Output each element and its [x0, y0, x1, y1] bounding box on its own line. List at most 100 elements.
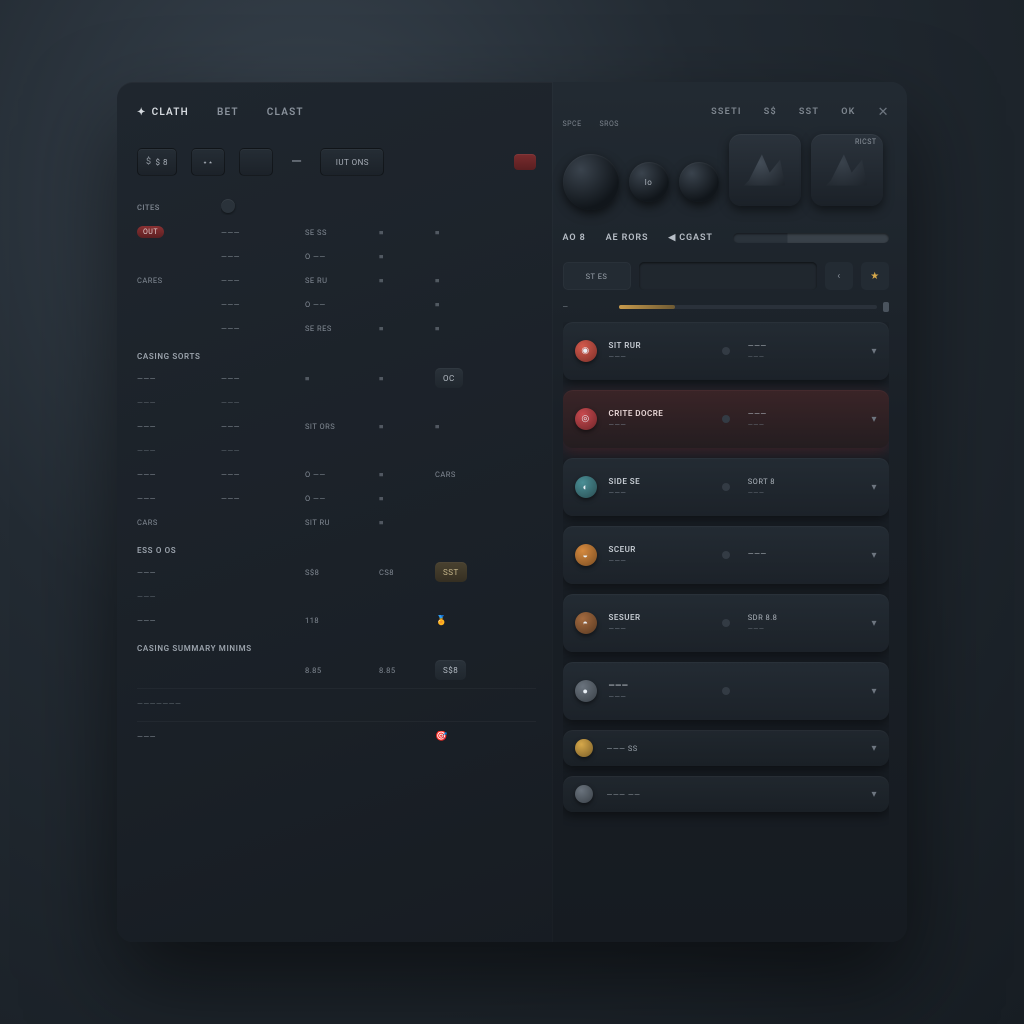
table-row[interactable]: ——— O —— ≡ — [137, 244, 536, 268]
thumb-label: RICST — [855, 138, 877, 146]
knob-secondary[interactable]: Io — [629, 162, 669, 202]
chevron-down-icon[interactable]: ▾ — [872, 482, 878, 493]
card-icon: ◎ — [575, 408, 597, 430]
table-row[interactable]: ——————O ——≡ — [137, 486, 536, 510]
list-card-slim[interactable]: ——— SS ▾ — [563, 730, 890, 766]
knob-tertiary[interactable] — [679, 162, 719, 202]
table-row[interactable]: —————— — [137, 438, 536, 462]
chevron-down-icon[interactable]: ▾ — [872, 789, 878, 800]
sep-icon — [722, 619, 730, 627]
card-title: SIT RUR — [609, 341, 714, 350]
card-sub: ——— — [609, 353, 714, 361]
progress-bar[interactable] — [619, 305, 878, 309]
tab-clast[interactable]: CLAST — [267, 107, 304, 118]
filter-chip[interactable]: ST ES — [563, 262, 631, 290]
favorite-button[interactable]: ★ — [861, 262, 889, 290]
list-card[interactable]: ◓ SESUER——— SDR 8.8——— ▾ — [563, 594, 890, 652]
chevron-down-icon[interactable]: ▾ — [872, 346, 878, 357]
table-row[interactable]: ——————SIT ORS≡≡ — [137, 414, 536, 438]
tab-sst[interactable]: SST — [799, 107, 819, 117]
toolbar-mode[interactable]: IUT ONS — [320, 148, 384, 176]
list-card-slim[interactable]: ——— —— ▾ — [563, 776, 890, 812]
table-row[interactable]: ——— O —— ≡ — [137, 292, 536, 316]
radio-icon[interactable] — [221, 199, 235, 213]
star-icon: ★ — [870, 271, 879, 282]
thumbnail-gallery: RICST — [729, 134, 883, 206]
toolbar-blank[interactable] — [239, 148, 273, 176]
left-toolbar: $ $ 8 ⋆⋆ — IUT ONS — [137, 140, 536, 184]
range-slider[interactable] — [733, 233, 889, 243]
tab-label: BET — [217, 107, 239, 118]
table-row[interactable]: ———S$8CS8SST — [137, 560, 536, 584]
search-input[interactable] — [639, 262, 818, 290]
list-card[interactable]: ◉ SIT RUR——— —————— ▾ — [563, 322, 890, 380]
chip: OC — [435, 368, 463, 388]
close-icon[interactable]: ✕ — [878, 105, 889, 120]
label-b: AE RORS — [606, 233, 649, 243]
card-title: ——— SS — [607, 744, 856, 753]
right-panel: SSETI S$ SST OK ✕ SPCE SROS Io — [552, 82, 908, 942]
tab-clath[interactable]: ✦ CLATH — [137, 107, 189, 118]
thumbnail[interactable] — [729, 134, 801, 206]
track-label: — — [563, 303, 613, 311]
list-card[interactable]: ◐ SIDE SE——— SORT 8——— ▾ — [563, 458, 890, 516]
card-title: SIDE SE — [609, 477, 714, 486]
list-card[interactable]: ◒ SCEUR——— ——— ▾ — [563, 526, 890, 584]
chevron-down-icon[interactable]: ▾ — [872, 686, 878, 697]
tab-ok[interactable]: OK — [841, 107, 855, 117]
card-title: CRITE DOCRE — [609, 409, 714, 418]
card-icon: ◒ — [575, 544, 597, 566]
table-row[interactable]: —————— — [137, 390, 536, 414]
card-sub: ——— — [609, 693, 714, 701]
prev-button[interactable]: ‹ — [825, 262, 853, 290]
label-c: ◀CGAST — [668, 233, 712, 243]
medal-icon: 🏅 — [435, 615, 448, 626]
toolbar-stars[interactable]: ⋆⋆ — [191, 148, 225, 176]
alert-badge-icon[interactable] — [514, 154, 536, 170]
card-icon: ◐ — [575, 476, 597, 498]
target-icon: 🎯 — [435, 731, 448, 742]
table-header: CITES — [137, 194, 536, 220]
track-marker-icon[interactable] — [883, 302, 889, 312]
card-title: ——— —— — [607, 790, 856, 799]
card-title: ——— — [609, 681, 714, 690]
knob-primary[interactable] — [563, 154, 619, 210]
tab-sseti[interactable]: SSETI — [711, 107, 742, 117]
chevron-down-icon[interactable]: ▾ — [872, 414, 878, 425]
left-panel: ✦ CLATH BET CLAST $ $ 8 ⋆⋆ — IUT ONS — [117, 82, 552, 942]
thumbnail[interactable]: RICST — [811, 134, 883, 206]
table-row[interactable]: ——————— — [137, 691, 536, 715]
right-labels: AO 8 AE RORS ◀CGAST — [563, 224, 890, 252]
table-row[interactable]: ——— SE RES ≡ ≡ — [137, 316, 536, 340]
label-a: AO 8 — [563, 233, 586, 243]
table-row[interactable]: ———🎯 — [137, 724, 536, 748]
table-row[interactable]: OUT ——— SE SS ≡ ≡ — [137, 220, 536, 244]
chevron-down-icon[interactable]: ▾ — [872, 550, 878, 561]
right-top-cluster: SPCE SROS Io RICST — [563, 134, 890, 224]
tab-label: CLATH — [152, 107, 189, 118]
knob-label: SROS — [600, 120, 619, 132]
card-sub: ——— — [609, 489, 714, 497]
table-row[interactable]: CARES ——— SE RU ≡ ≡ — [137, 268, 536, 292]
card-title: SESUER — [609, 613, 714, 622]
toolbar-amount[interactable]: $ $ 8 — [137, 148, 177, 176]
dash-icon: — — [287, 154, 306, 170]
tab-bet[interactable]: BET — [217, 107, 239, 118]
tab-ss[interactable]: S$ — [764, 107, 777, 117]
list-card-alert[interactable]: ◎ CRITE DOCRE——— —————— ▾ — [563, 390, 890, 448]
app-window: ✦ CLATH BET CLAST $ $ 8 ⋆⋆ — IUT ONS — [117, 82, 907, 942]
chevron-down-icon[interactable]: ▾ — [872, 743, 878, 754]
table-row[interactable]: 8.858.85S$8 — [137, 658, 536, 682]
table-row[interactable]: ———118🏅 — [137, 608, 536, 632]
section-header: CASING SUMMARY MINIMS — [137, 638, 536, 658]
table-row[interactable]: ——— — [137, 584, 536, 608]
chevron-down-icon[interactable]: ▾ — [872, 618, 878, 629]
table-row[interactable]: ——————≡≡OC — [137, 366, 536, 390]
list-card[interactable]: ● ——— ——— ▾ — [563, 662, 890, 720]
toolbar-value: $ 8 — [156, 158, 168, 167]
divider — [137, 721, 536, 722]
card-sub: ——— — [609, 557, 714, 565]
table-row[interactable]: ——————O ——≡CARS — [137, 462, 536, 486]
card-icon: ● — [575, 680, 597, 702]
table-row[interactable]: CARSSIT RU≡ — [137, 510, 536, 534]
